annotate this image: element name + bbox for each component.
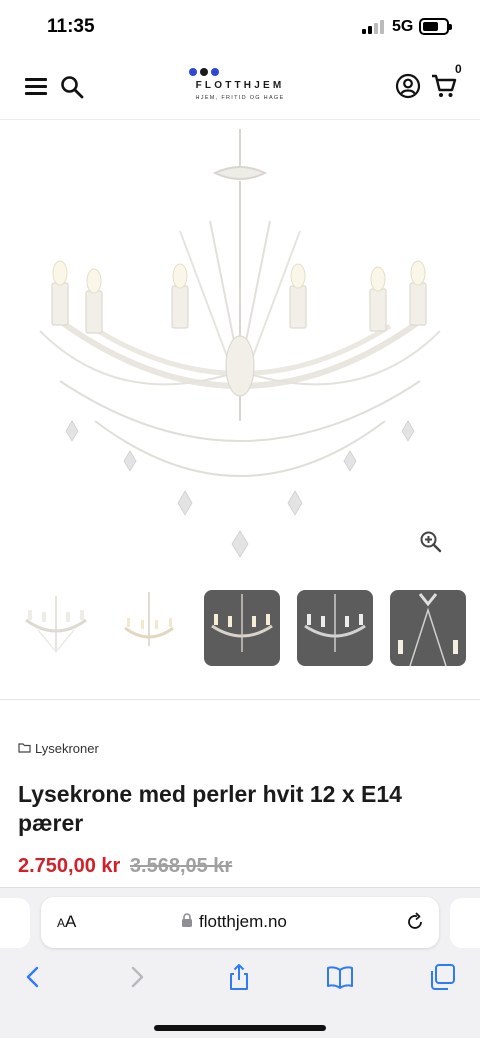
thumbnail-gallery <box>18 590 468 668</box>
product-title: Lysekrone med perler hvit 12 x E14 pærer <box>18 781 402 836</box>
url-text: flotthjem.no <box>199 912 287 931</box>
thumbnail-4[interactable] <box>297 590 373 666</box>
site-logo[interactable]: FLOTTHJEM HJEM, FRITID OG HAGE <box>175 68 305 112</box>
address-bar[interactable]: AA flotthjem.no <box>41 897 439 948</box>
url-display[interactable]: flotthjem.no <box>181 912 287 932</box>
thumbnail-2[interactable] <box>111 590 187 666</box>
aa-label-large: A <box>65 912 77 931</box>
back-icon[interactable] <box>18 962 48 992</box>
reload-icon[interactable] <box>404 911 426 933</box>
current-price: 2.750,00 kr <box>18 855 121 877</box>
tabs-icon[interactable] <box>427 962 457 992</box>
lock-icon <box>181 912 193 932</box>
browser-toolbar: AA flotthjem.no <box>0 887 480 1038</box>
old-price: 3.568,05 kr <box>129 855 233 877</box>
status-time: 11:35 <box>47 16 95 37</box>
logo-tagline: HJEM, FRITID OG HAGE <box>195 95 285 101</box>
product-main-image[interactable] <box>0 121 480 576</box>
logo-name: FLOTTHJEM <box>195 80 285 91</box>
price-row: 2.750,00 kr 3.568,05 kr <box>18 855 232 878</box>
thumbnail-3[interactable] <box>204 590 280 666</box>
network-label: 5G <box>392 18 414 35</box>
menu-icon[interactable] <box>25 78 47 96</box>
previous-tab-preview[interactable] <box>0 898 30 948</box>
aa-label-small: A <box>57 916 66 930</box>
home-indicator <box>154 1025 326 1031</box>
reader-options-button[interactable]: AA <box>57 912 76 932</box>
search-icon[interactable] <box>58 73 86 101</box>
thumbnail-1[interactable] <box>18 590 94 666</box>
site-header: FLOTTHJEM HJEM, FRITID OG HAGE 0 <box>0 56 480 120</box>
cart-icon[interactable] <box>430 72 458 100</box>
thumbnail-5[interactable] <box>390 590 466 666</box>
bookmarks-icon[interactable] <box>325 962 355 992</box>
account-icon[interactable] <box>395 73 421 99</box>
category-link[interactable]: Lysekroner <box>18 741 99 756</box>
next-tab-preview[interactable] <box>450 898 480 948</box>
battery-icon <box>419 18 452 35</box>
section-divider <box>0 699 480 700</box>
zoom-in-icon[interactable] <box>418 529 444 555</box>
category-label: Lysekroner <box>35 741 99 756</box>
signal-strength-icon <box>362 20 386 34</box>
share-icon[interactable] <box>224 962 254 992</box>
status-bar: 11:35 5G <box>0 0 480 56</box>
logo-dots <box>175 68 305 78</box>
folder-icon <box>18 741 31 756</box>
cart-count-badge: 0 <box>455 62 462 76</box>
forward-icon[interactable] <box>122 962 152 992</box>
